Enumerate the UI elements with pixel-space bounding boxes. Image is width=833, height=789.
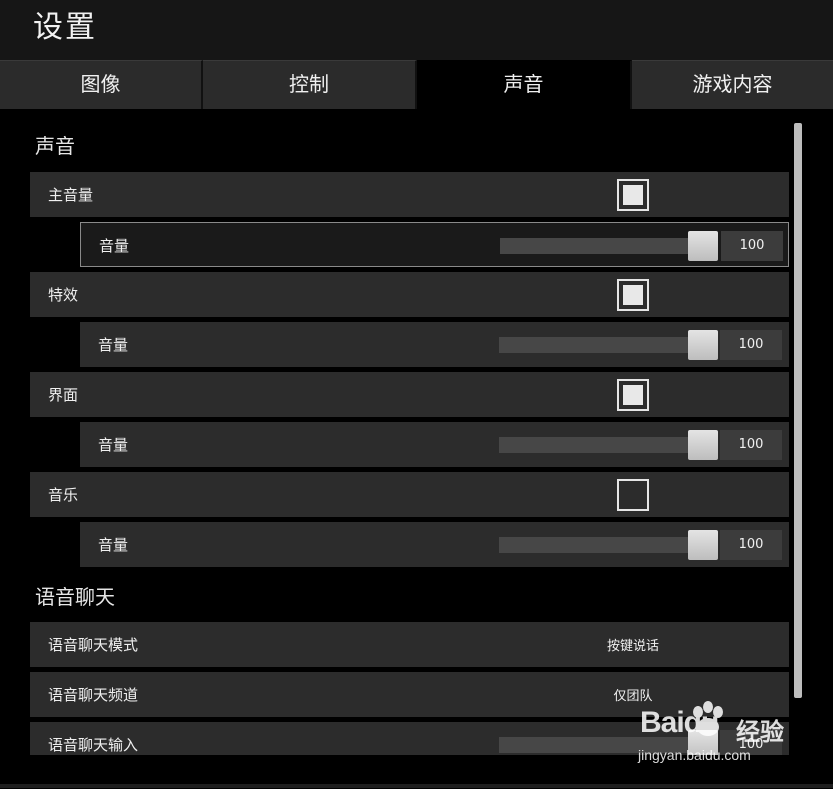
setting-row-interface: 界面 bbox=[30, 372, 789, 417]
setting-label: 语音聊天频道 bbox=[48, 686, 139, 704]
volume-label: 音量 bbox=[98, 336, 129, 354]
slider-handle[interactable] bbox=[688, 231, 718, 261]
voice-mode-value[interactable]: 按键说话 bbox=[548, 635, 718, 654]
setting-label: 语音聊天输入 bbox=[48, 736, 139, 754]
effects-checkbox[interactable] bbox=[617, 279, 649, 311]
settings-header: 设置 bbox=[0, 0, 833, 60]
watermark-cn: 经验 bbox=[736, 718, 784, 746]
volume-label: 音量 bbox=[99, 237, 130, 255]
setting-row-effects-volume: 音量 100 bbox=[80, 322, 789, 367]
page-title: 设置 bbox=[33, 10, 97, 45]
setting-label: 特效 bbox=[48, 286, 79, 304]
volume-value: 100 bbox=[720, 330, 782, 360]
volume-value: 100 bbox=[720, 530, 782, 560]
checkbox-check bbox=[623, 185, 643, 205]
settings-content: 声音 主音量 音量 100 特效 音量 100 界面 音量 100 音乐 音量 bbox=[0, 109, 833, 755]
voice-chat-section-title: 语音聊天 bbox=[35, 585, 115, 609]
tab-controls[interactable]: 控制 bbox=[203, 60, 417, 109]
interface-volume-slider[interactable] bbox=[499, 437, 689, 453]
volume-value: 100 bbox=[721, 231, 783, 261]
tab-graphics[interactable]: 图像 bbox=[0, 60, 203, 109]
sound-section-title: 声音 bbox=[35, 134, 75, 158]
interface-checkbox[interactable] bbox=[617, 379, 649, 411]
tab-sound[interactable]: 声音 bbox=[417, 60, 632, 109]
watermark-url: jingyan.baidu.com bbox=[638, 747, 751, 763]
setting-row-music-volume: 音量 100 bbox=[80, 522, 789, 567]
slider-handle[interactable] bbox=[688, 330, 718, 360]
master-volume-checkbox[interactable] bbox=[617, 179, 649, 211]
setting-row-music: 音乐 bbox=[30, 472, 789, 517]
setting-row-interface-volume: 音量 100 bbox=[80, 422, 789, 467]
footer-divider bbox=[0, 784, 833, 788]
setting-row-master-volume: 主音量 bbox=[30, 172, 789, 217]
slider-handle[interactable] bbox=[688, 530, 718, 560]
music-volume-slider[interactable] bbox=[499, 537, 689, 553]
volume-label: 音量 bbox=[98, 536, 129, 554]
effects-volume-slider[interactable] bbox=[499, 337, 689, 353]
slider-handle[interactable] bbox=[688, 430, 718, 460]
master-volume-slider[interactable] bbox=[500, 238, 690, 254]
setting-row-effects: 特效 bbox=[30, 272, 789, 317]
scrollbar[interactable] bbox=[794, 123, 802, 698]
checkbox-check bbox=[623, 385, 643, 405]
checkbox-check bbox=[623, 285, 643, 305]
baidu-watermark: Baidu 经验 jingyan.baidu.com bbox=[638, 700, 828, 770]
setting-label: 音乐 bbox=[48, 486, 79, 504]
volume-label: 音量 bbox=[98, 436, 129, 454]
music-checkbox[interactable] bbox=[617, 479, 649, 511]
tab-bar: 图像 控制 声音 游戏内容 bbox=[0, 60, 833, 109]
setting-row-voice-mode[interactable]: 语音聊天模式 按键说话 bbox=[30, 622, 789, 667]
volume-value: 100 bbox=[720, 430, 782, 460]
tab-game-content[interactable]: 游戏内容 bbox=[632, 60, 833, 109]
paw-icon bbox=[693, 701, 723, 736]
setting-row-master-volume-level: 音量 100 bbox=[80, 222, 789, 267]
setting-label: 语音聊天模式 bbox=[48, 636, 139, 654]
setting-label: 主音量 bbox=[48, 186, 94, 204]
setting-label: 界面 bbox=[48, 386, 79, 404]
